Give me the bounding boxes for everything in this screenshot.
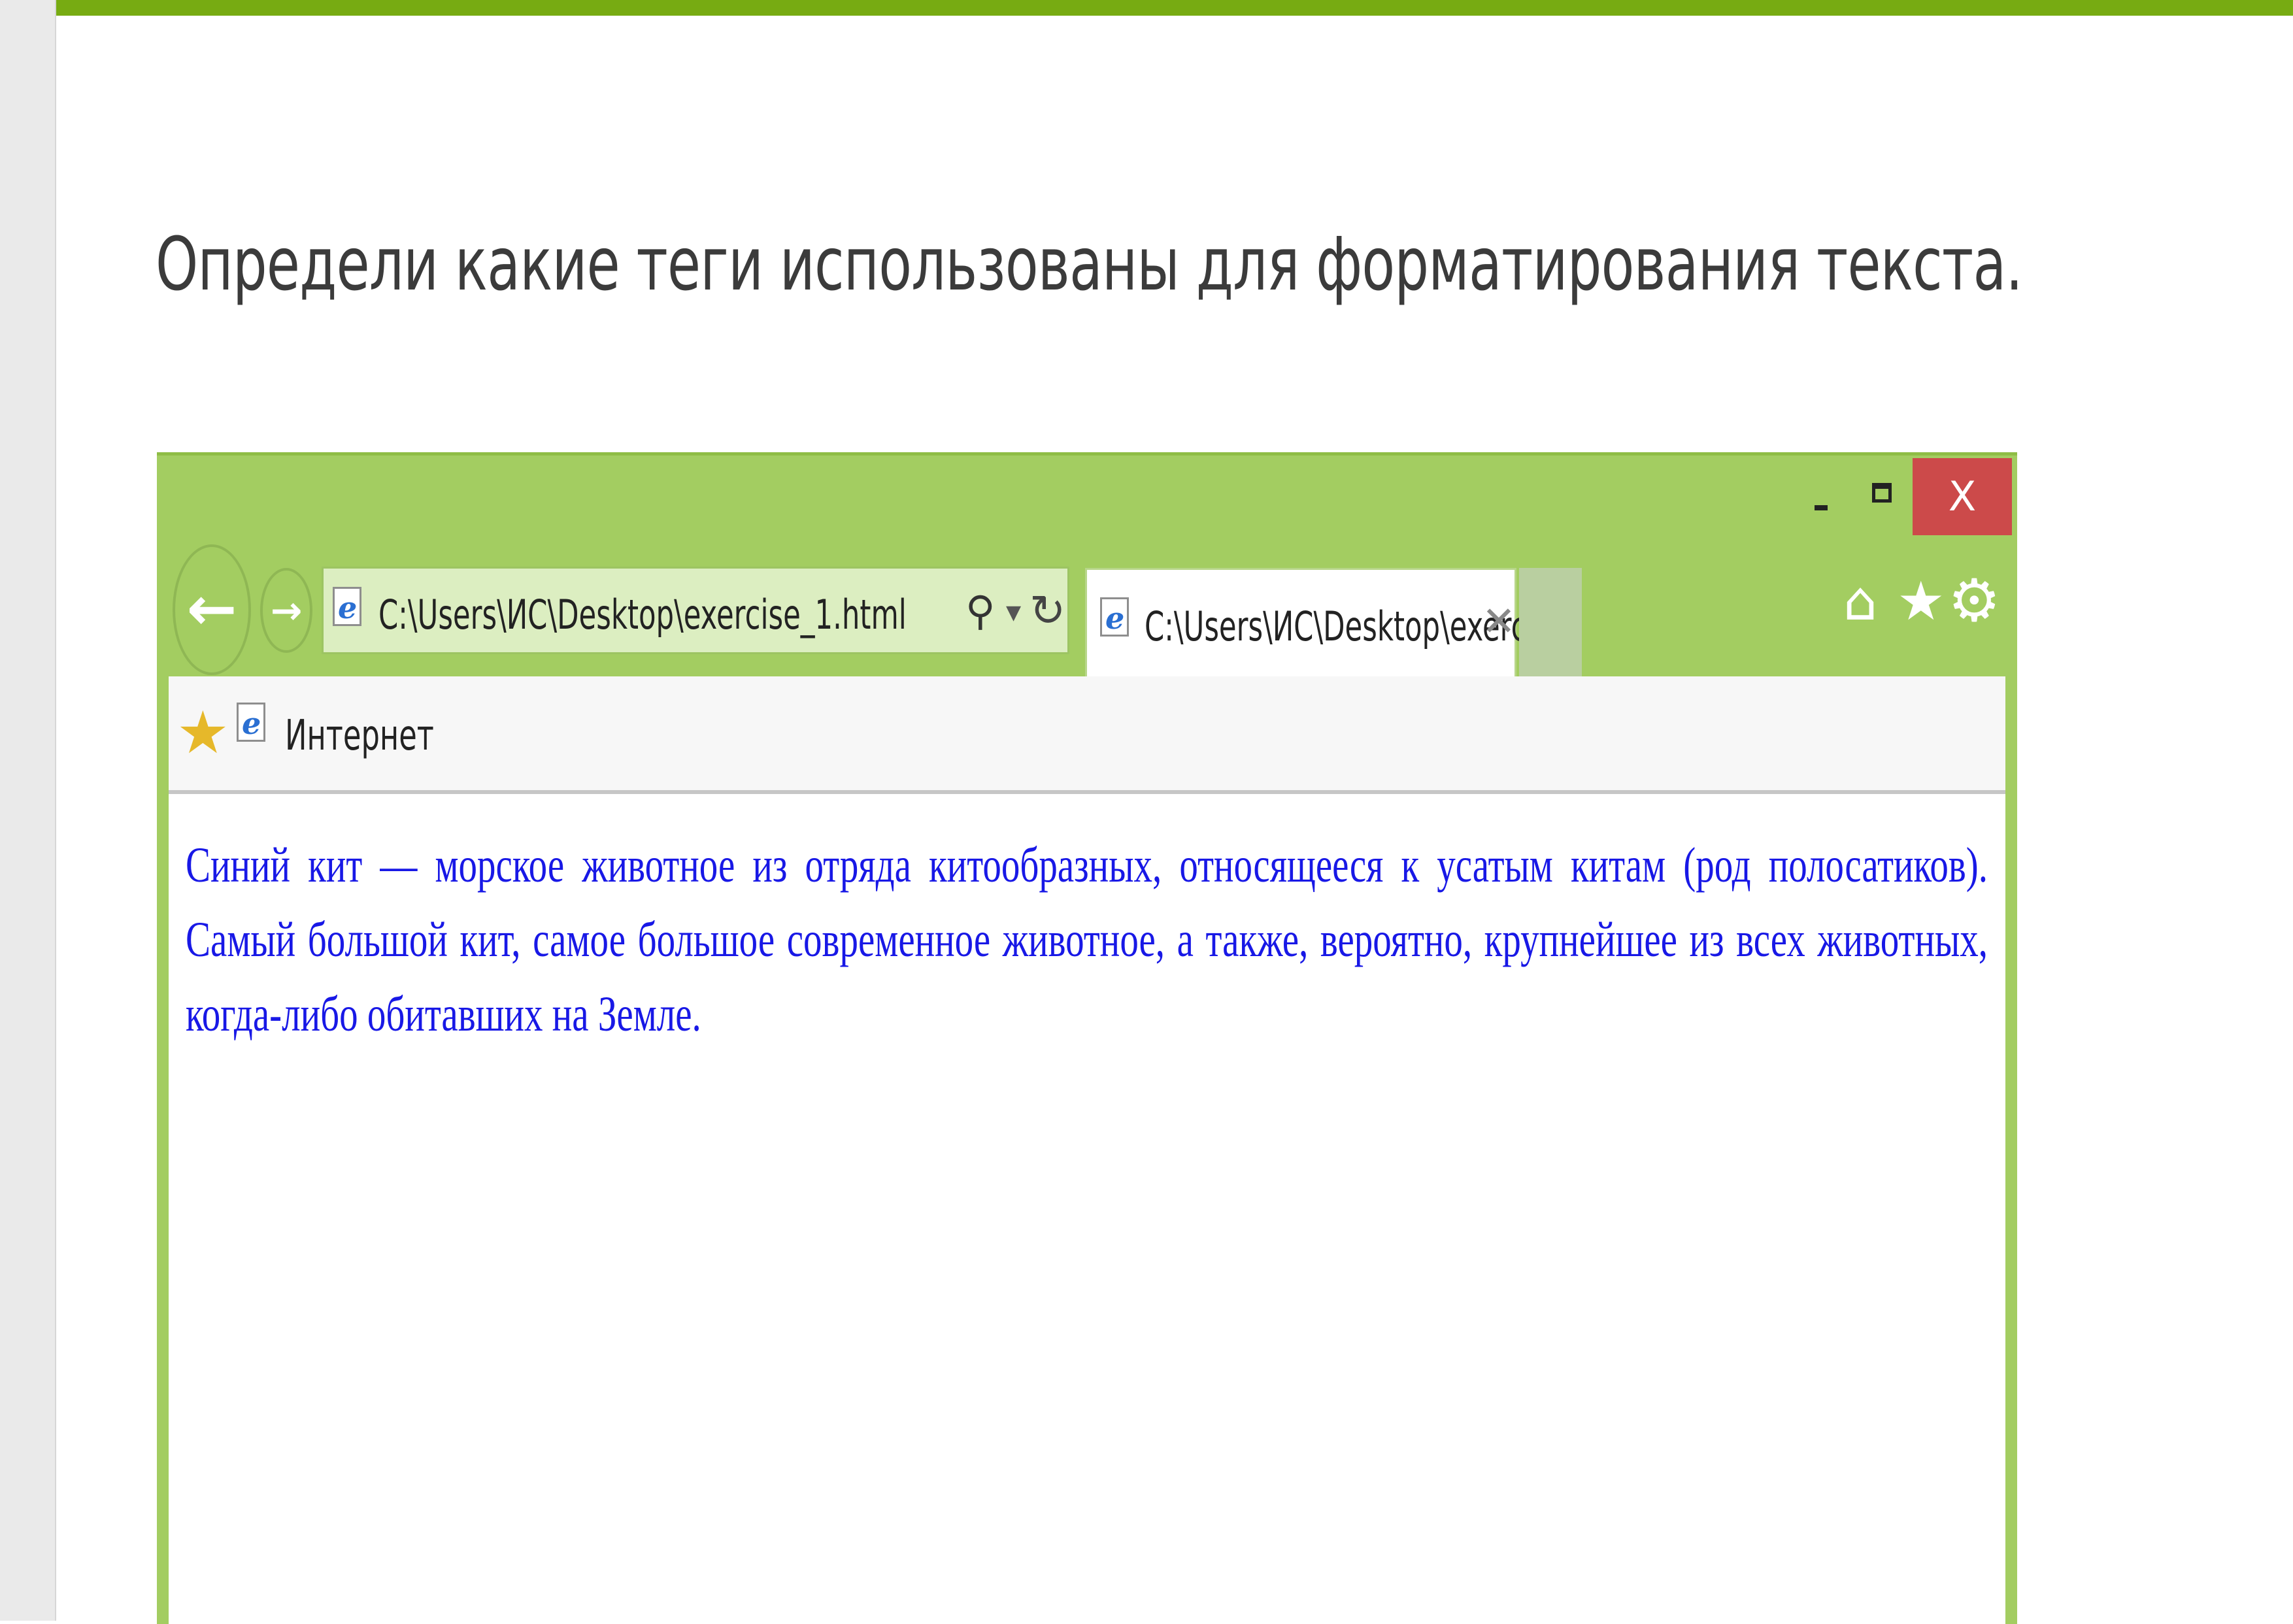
chevron-down-icon[interactable]: ▼: [1006, 601, 1021, 624]
ie-page-icon: e: [237, 703, 265, 742]
left-gutter: [0, 0, 56, 1621]
forward-arrow-icon[interactable]: →: [260, 568, 312, 653]
maximize-icon[interactable]: [1872, 483, 1892, 503]
new-tab-button[interactable]: [1519, 568, 1582, 676]
home-icon[interactable]: ⌂: [1843, 571, 1877, 633]
star-icon[interactable]: ★: [1897, 571, 1945, 633]
address-bar[interactable]: e C:\Users\ИС\Desktop\exercise_1.html ⚲ …: [322, 567, 1069, 654]
question-text: Определи какие теги использованы для фор…: [156, 222, 2023, 307]
address-url[interactable]: C:\Users\ИС\Desktop\exercise_1.html: [378, 591, 907, 638]
browser-tab[interactable]: e C:\Users\ИС\Desktop\exerc... ✕: [1085, 568, 1554, 678]
ie-page-icon: e: [333, 587, 361, 626]
content-paragraph: Синий кит — морское животное из отряда к…: [186, 838, 1988, 1042]
back-arrow-icon[interactable]: ←: [173, 544, 251, 675]
favorites-bar: ★ e Интернет: [169, 676, 2005, 794]
search-icon[interactable]: ⚲: [965, 587, 995, 635]
close-window-button[interactable]: X: [1913, 458, 2012, 535]
gear-icon[interactable]: ⚙: [1948, 567, 2001, 635]
favorites-item-label[interactable]: Интернет: [285, 712, 434, 760]
tab-close-icon[interactable]: ✕: [1482, 597, 1516, 645]
browser-window-screenshot: X ← → e C:\Users\ИС\Desktop\exercise_1.h…: [157, 452, 2017, 1624]
top-accent-bar: [56, 0, 2293, 16]
ie-page-icon: e: [1100, 597, 1129, 637]
refresh-icon[interactable]: ↻: [1029, 586, 1065, 636]
favorites-star-icon[interactable]: ★: [176, 699, 229, 767]
minimize-icon[interactable]: [1815, 505, 1828, 510]
page-content: Синий кит — морское животное из отряда к…: [169, 794, 2005, 1624]
